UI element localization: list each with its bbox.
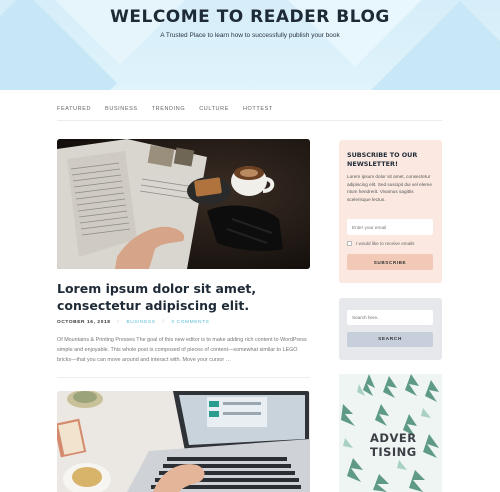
- category-nav: FEATURED BUSINESS TRENDING CULTURE HOTTE…: [57, 106, 442, 120]
- newsletter-consent-label: I would like to receive emails: [356, 241, 415, 246]
- post-meta: OCTOBER 16, 2018 / BUSINESS / 0 COMMENTS: [57, 320, 209, 325]
- site-title[interactable]: WELCOME TO READER BLOG: [0, 7, 500, 27]
- advertising-banner[interactable]: ADVER TISING: [339, 374, 442, 492]
- post-featured-image[interactable]: [57, 139, 310, 269]
- post-title[interactable]: Lorem ipsum dolor sit amet, consectetur …: [57, 280, 310, 314]
- newsletter-email-input[interactable]: [347, 219, 433, 235]
- post-featured-image[interactable]: [57, 391, 310, 492]
- search-input[interactable]: [347, 310, 433, 325]
- newsletter-title: SUBSCRIBE TO OUR NEWSLETTER!: [347, 151, 418, 168]
- site-header: WELCOME TO READER BLOG A Trusted Place t…: [0, 0, 500, 90]
- newsletter-consent[interactable]: I would like to receive emails: [347, 241, 414, 246]
- meta-separator: /: [117, 320, 120, 325]
- post-divider: [57, 377, 310, 378]
- newspaper-coffee-photo: [57, 139, 310, 269]
- post-excerpt: Of Mountains & Printing Presses The goal…: [57, 337, 307, 363]
- newsletter-description: Lorem ipsum dolor sit amet, consectetur …: [347, 174, 432, 202]
- advertising-text: ADVER TISING: [370, 431, 417, 459]
- site-tagline: A Trusted Place to learn how to successf…: [160, 32, 340, 39]
- nav-item-trending[interactable]: TRENDING: [152, 106, 186, 120]
- nav-item-featured[interactable]: FEATURED: [57, 106, 91, 120]
- nav-divider: [57, 120, 442, 121]
- search-widget: SEARCH: [339, 298, 442, 360]
- nav-item-culture[interactable]: CULTURE: [199, 106, 229, 120]
- newsletter-consent-checkbox[interactable]: [347, 241, 352, 246]
- subscribe-button[interactable]: SUBSCRIBE: [347, 254, 433, 270]
- laptop-desk-photo: [57, 391, 310, 492]
- post-date: OCTOBER 16, 2018: [57, 320, 111, 325]
- search-button[interactable]: SEARCH: [347, 332, 433, 347]
- post-comments-link[interactable]: 0 COMMENTS: [171, 320, 209, 325]
- meta-separator: /: [162, 320, 165, 325]
- nav-item-business[interactable]: BUSINESS: [105, 106, 138, 120]
- newsletter-widget: SUBSCRIBE TO OUR NEWSLETTER! Lorem ipsum…: [339, 140, 442, 283]
- post-category-link[interactable]: BUSINESS: [126, 320, 155, 325]
- nav-item-hottest[interactable]: HOTTEST: [243, 106, 273, 120]
